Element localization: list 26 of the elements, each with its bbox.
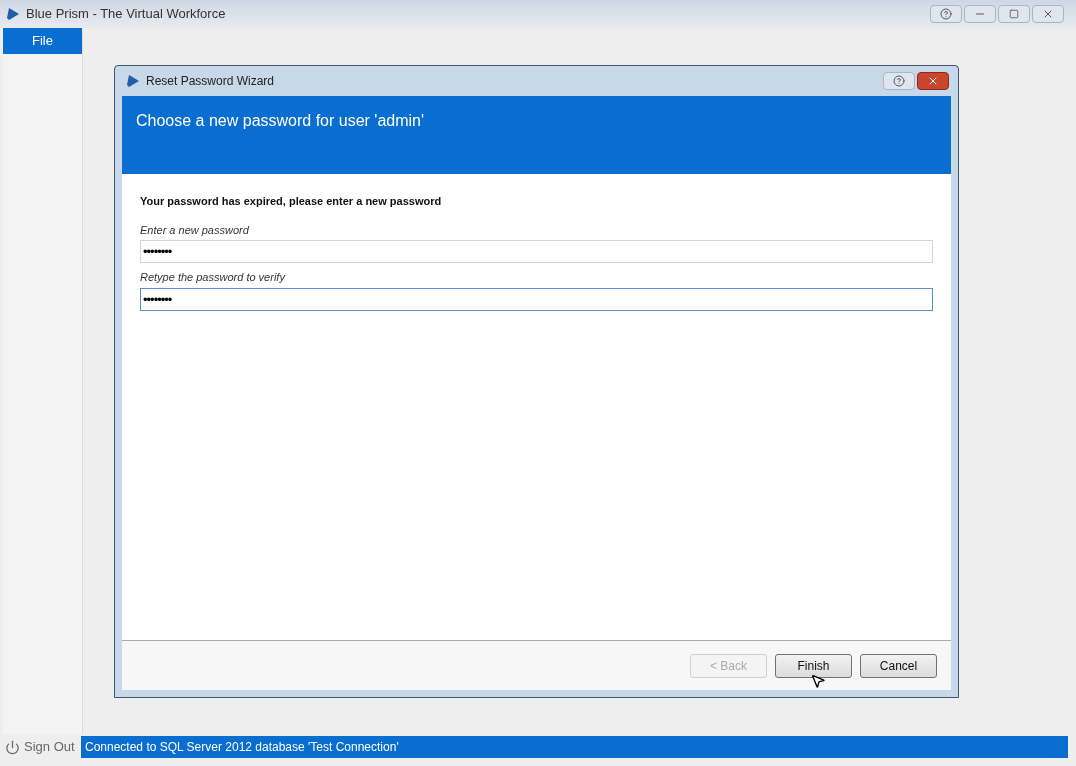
help-button[interactable]: [883, 72, 915, 90]
field-label: Enter a new password: [140, 222, 250, 238]
help-icon: [940, 8, 952, 20]
menu-item[interactable]: File: [3, 28, 82, 54]
close-icon: [927, 75, 939, 87]
minimize-button[interactable]: [964, 5, 996, 23]
password-field[interactable]: ••••••••: [140, 287, 933, 311]
logo-icon: [126, 74, 140, 88]
wizard-button[interactable]: Finish: [775, 653, 852, 678]
expired-message: Your password has expired, please enter a new password: [140, 194, 443, 209]
field-label: Retype the password to verify: [140, 270, 287, 285]
power-icon: [5, 739, 20, 755]
sign-out-button[interactable]: Sign Out: [0, 737, 81, 757]
password-field[interactable]: ••••••••: [140, 240, 933, 263]
dialog-title: Reset Password Wizard: [146, 73, 276, 90]
wizard-button[interactable]: Cancel: [860, 653, 937, 678]
window-title: Blue Prism - The Virtual Workforce: [26, 5, 227, 24]
dialog-heading: Choose a new password for user 'admin': [136, 112, 425, 129]
maximize-icon: [1009, 9, 1019, 19]
logo-icon: [6, 7, 20, 21]
close-icon: [1042, 8, 1054, 20]
maximize-button[interactable]: [998, 5, 1030, 23]
status-text: Connected to SQL Server 2012 database 'Test Connection': [85, 739, 399, 756]
help-button[interactable]: [930, 5, 962, 23]
close-button[interactable]: [917, 72, 949, 90]
help-icon: [893, 75, 905, 87]
